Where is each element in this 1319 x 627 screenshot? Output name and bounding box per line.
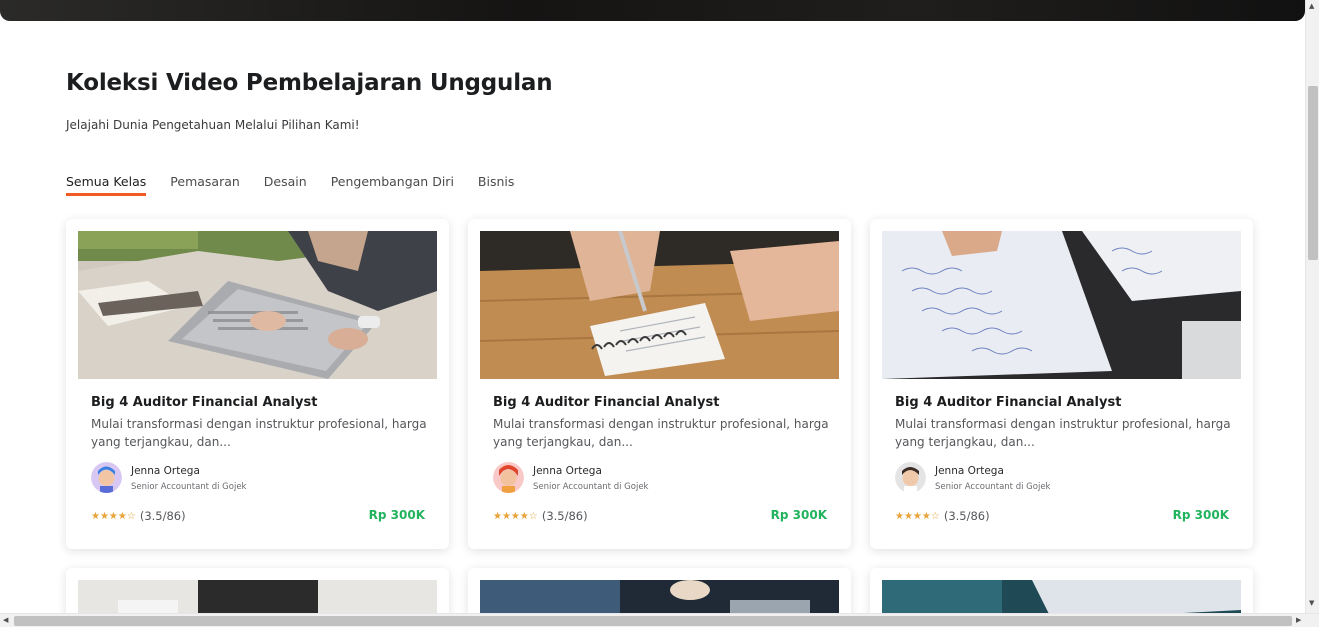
tab-bisnis[interactable]: Bisnis xyxy=(478,174,514,196)
course-price: Rp 300K xyxy=(770,508,827,522)
tab-semua-kelas[interactable]: Semua Kelas xyxy=(66,174,147,196)
tab-pemasaran[interactable]: Pemasaran xyxy=(170,174,240,196)
section-subtitle: Jelajahi Dunia Pengetahuan Melalui Pilih… xyxy=(66,118,360,132)
instructor-role: Senior Accountant di Gojek xyxy=(131,482,247,492)
instructor-avatar xyxy=(895,462,926,493)
instructor-avatar xyxy=(91,462,122,493)
course-card[interactable]: Big 4 Auditor Financial Analyst Mulai tr… xyxy=(870,219,1253,549)
course-title[interactable]: Big 4 Auditor Financial Analyst xyxy=(91,395,317,410)
course-thumbnail xyxy=(480,231,839,379)
course-thumbnail xyxy=(78,231,437,379)
course-description: Mulai transformasi dengan instruktur pro… xyxy=(91,417,427,449)
instructor-role: Senior Accountant di Gojek xyxy=(533,482,649,492)
horizontal-scrollbar[interactable]: ◀ ▶ xyxy=(0,613,1319,627)
course-thumbnail xyxy=(882,231,1241,379)
course-rating: ★★★★☆ (3.5/86) xyxy=(493,509,588,523)
horizontal-scroll-thumb[interactable] xyxy=(14,616,1292,626)
course-rating: ★★★★☆ (3.5/86) xyxy=(895,509,990,523)
course-price: Rp 300K xyxy=(1172,508,1229,522)
scroll-up-icon[interactable]: ▲ xyxy=(1309,3,1314,10)
course-price: Rp 300K xyxy=(368,508,425,522)
category-tabs: Semua Kelas Pemasaran Desain Pengembanga… xyxy=(66,174,538,196)
scroll-left-icon[interactable]: ◀ xyxy=(3,617,8,624)
scroll-right-icon[interactable]: ▶ xyxy=(1296,617,1301,624)
course-title[interactable]: Big 4 Auditor Financial Analyst xyxy=(493,395,719,410)
instructor-role: Senior Accountant di Gojek xyxy=(935,482,1051,492)
course-description: Mulai transformasi dengan instruktur pro… xyxy=(895,417,1231,449)
course-card[interactable]: Big 4 Auditor Financial Analyst Mulai tr… xyxy=(468,219,851,549)
course-rating: ★★★★☆ (3.5/86) xyxy=(91,509,186,523)
instructor-name: Jenna Ortega xyxy=(533,465,602,477)
tab-desain[interactable]: Desain xyxy=(264,174,307,196)
course-title[interactable]: Big 4 Auditor Financial Analyst xyxy=(895,395,1121,410)
course-card[interactable]: Big 4 Auditor Financial Analyst Mulai tr… xyxy=(66,219,449,549)
vertical-scroll-thumb[interactable] xyxy=(1308,86,1318,260)
star-rating-icon: ★★★★☆ xyxy=(895,510,940,522)
scroll-down-icon[interactable]: ▼ xyxy=(1309,600,1314,607)
instructor-name: Jenna Ortega xyxy=(131,465,200,477)
instructor-name: Jenna Ortega xyxy=(935,465,1004,477)
hero-banner-bottom xyxy=(0,0,1305,21)
rating-value: (3.5/86) xyxy=(139,509,186,523)
star-rating-icon: ★★★★☆ xyxy=(493,510,538,522)
course-description: Mulai transformasi dengan instruktur pro… xyxy=(493,417,829,449)
section-title: Koleksi Video Pembelajaran Unggulan xyxy=(66,70,553,96)
tab-pengembangan-diri[interactable]: Pengembangan Diri xyxy=(331,174,454,196)
rating-value: (3.5/86) xyxy=(943,509,990,523)
instructor-avatar xyxy=(493,462,524,493)
vertical-scrollbar[interactable]: ▲ ▼ xyxy=(1305,0,1319,613)
rating-value: (3.5/86) xyxy=(541,509,588,523)
star-rating-icon: ★★★★☆ xyxy=(91,510,136,522)
